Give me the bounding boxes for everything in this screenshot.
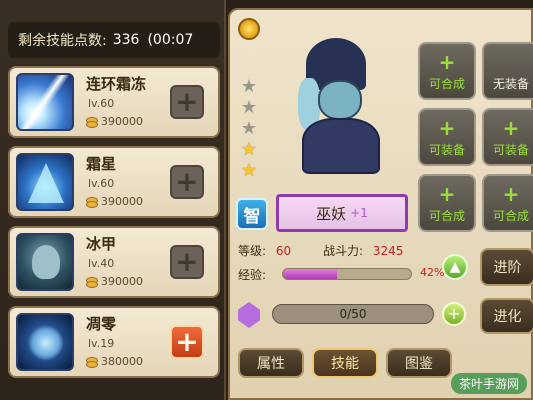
coin-icon [86,116,98,128]
exp-bar [282,268,412,280]
advance-button[interactable]: 进阶 [480,248,533,286]
soul-stone-icon [238,302,260,328]
level-value: 60 [275,244,292,258]
upgrade-skill-button[interactable]: + [170,325,204,359]
skill-name: 凋零 [86,315,117,333]
skill-name: 霜星 [86,155,117,173]
power-value: 3245 [372,244,404,258]
tab-codex[interactable]: 图鉴 [386,348,452,378]
skill-level: lv.40 [88,257,115,270]
skill-level: lv.60 [88,97,115,110]
equipment-slot[interactable]: + 可合成 [418,174,476,232]
intelligence-attribute-icon: 智 [236,198,268,230]
power-label: 战斗力: [322,244,364,258]
plus-icon: + [502,116,520,140]
skill-points-value: 336 [112,32,140,48]
hero-portrait[interactable] [282,38,400,178]
star-icon: ★ [240,118,258,139]
skill-card-wither[interactable]: 凋零 lv.19 380000 + [8,306,220,378]
plus-icon: + [438,182,456,206]
plus-icon: + [438,50,456,74]
skill-cost: 390000 [86,115,143,128]
equipment-status: 无装备 [492,77,529,91]
skill-name: 冰甲 [86,235,117,253]
ice-armor-icon [16,233,74,291]
exp-percent: 42% [420,266,445,279]
star-icon: ★ [240,97,258,118]
equipment-slot[interactable]: + 可合成 [482,174,533,232]
equipment-status: 可装备 [428,143,465,157]
upgrade-skill-button-disabled[interactable]: + [170,85,204,119]
equipment-status: 可装备 [492,143,529,157]
skill-level: lv.19 [88,337,115,350]
skill-points-timer: (00:07 [147,32,194,48]
coin-icon [86,356,98,368]
level-label: 等级: [238,244,267,258]
hero-name-plate: 巫妖 +1 [276,194,408,232]
wither-icon [16,313,74,371]
skill-cost-value: 390000 [101,195,143,208]
equipment-slot[interactable]: 无装备 [482,42,533,100]
star-icon: ★ [240,160,258,181]
hero-plus-level: +1 [350,206,368,220]
skill-cost: 390000 [86,195,143,208]
tab-skills[interactable]: 技能 [312,348,378,378]
coin-icon [86,276,98,288]
exp-bar-fill [283,269,337,279]
equipment-grid: + 可合成 无装备 + 可装备 + 可装备 + 可合成 + 可合成 [418,42,533,232]
add-soul-stone-button[interactable]: + [442,302,466,326]
upgrade-skill-button-disabled[interactable]: + [170,165,204,199]
plus-icon: + [438,116,456,140]
tab-attributes[interactable]: 属性 [238,348,304,378]
skill-panel: 剩余技能点数: 336 (00:07 连环霜冻 lv.60 390000 + 霜… [0,0,226,400]
skill-points-bar: 剩余技能点数: 336 (00:07 [8,22,220,58]
equipment-status: 可合成 [428,77,465,91]
hero-badge-icon [238,18,260,40]
level-up-arrow-button[interactable]: ▲ [442,254,468,280]
star-icon: ★ [240,76,258,97]
plus-icon: + [502,182,520,206]
evolve-button[interactable]: 进化 [480,298,533,334]
skill-cost-value: 390000 [101,275,143,288]
equipment-status: 可合成 [492,209,529,223]
skill-card-ice-armor[interactable]: 冰甲 lv.40 390000 + [8,226,220,298]
skill-level: lv.60 [88,177,115,190]
skill-card-frost-star[interactable]: 霜星 lv.60 390000 + [8,146,220,218]
level-row: 等级: 60 战斗力: 3245 [238,242,403,259]
equipment-slot[interactable]: + 可装备 [482,108,533,166]
skill-cost: 380000 [86,355,143,368]
soul-stone-bar: 0/50 [272,304,434,324]
hero-name: 巫妖 [316,204,347,223]
site-watermark: 茶叶手游网 [450,373,527,394]
skill-points-label: 剩余技能点数: [18,33,107,49]
hero-stars: ★ ★ ★ ★ ★ [240,78,258,183]
star-icon: ★ [240,139,258,160]
frost-chain-icon [16,73,74,131]
skill-card-frost-chain[interactable]: 连环霜冻 lv.60 390000 + [8,66,220,138]
upgrade-skill-button-disabled[interactable]: + [170,245,204,279]
coin-icon [86,196,98,208]
exp-label: 经验: [238,268,267,282]
frost-star-icon [16,153,74,211]
hero-tabs: 属性 技能 图鉴 [238,348,460,378]
skill-name: 连环霜冻 [86,75,147,93]
equipment-slot[interactable]: + 可装备 [418,108,476,166]
hero-panel: ★ ★ ★ ★ ★ 智 巫妖 +1 等级: 60 战斗力: 3245 经验: 4… [228,8,533,400]
skill-cost-value: 390000 [101,115,143,128]
skill-cost: 390000 [86,275,143,288]
equipment-slot[interactable]: + 可合成 [418,42,476,100]
equipment-status: 可合成 [428,209,465,223]
skill-cost-value: 380000 [101,355,143,368]
